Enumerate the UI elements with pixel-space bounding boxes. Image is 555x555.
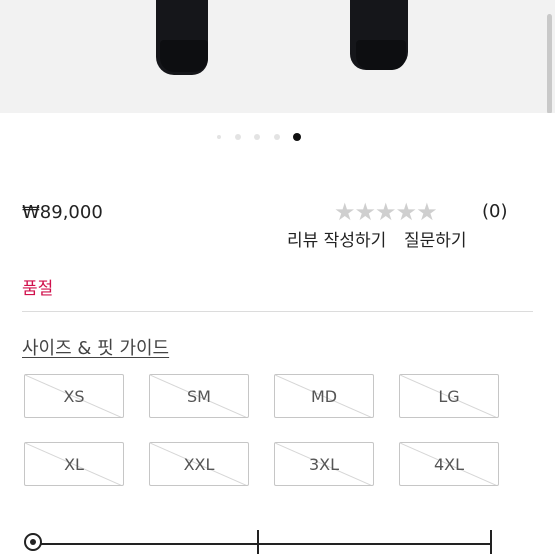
size-label: XL: [64, 454, 84, 474]
product-image[interactable]: [0, 0, 555, 113]
ask-question-link[interactable]: 질문하기: [404, 226, 467, 251]
divider: [22, 311, 533, 312]
size-option-xl[interactable]: XL: [24, 442, 124, 486]
carousel-dot[interactable]: [274, 134, 280, 140]
size-fit-guide-link[interactable]: 사이즈 & 핏 가이드: [22, 334, 169, 360]
size-label: MD: [310, 386, 338, 406]
fit-slider-track[interactable]: [32, 543, 492, 545]
write-review-link[interactable]: 리뷰 작성하기: [287, 226, 386, 251]
scrollbar[interactable]: [547, 14, 552, 113]
fit-slider-tick: [257, 530, 259, 554]
size-option-xs[interactable]: XS: [24, 374, 124, 418]
carousel-dot[interactable]: [217, 135, 221, 139]
carousel-dot[interactable]: [254, 134, 260, 140]
size-option-sm[interactable]: SM: [149, 374, 249, 418]
fit-slider-knob[interactable]: [24, 533, 42, 551]
size-label: LG: [438, 386, 460, 406]
carousel-dot-active[interactable]: [293, 133, 301, 141]
carousel-dot[interactable]: [235, 134, 241, 140]
size-label: XS: [63, 386, 85, 406]
size-option-lg[interactable]: LG: [399, 374, 499, 418]
size-option-3xl[interactable]: 3XL: [274, 442, 374, 486]
size-label: SM: [187, 386, 211, 406]
sold-out-status: 품절: [22, 279, 54, 299]
review-count: (0): [482, 201, 508, 222]
product-price: ₩89,000: [22, 202, 103, 223]
size-label: 3XL: [308, 454, 340, 474]
size-label: 4XL: [433, 454, 465, 474]
rating-stars-icon: ★★★★★: [334, 198, 438, 226]
size-option-md[interactable]: MD: [274, 374, 374, 418]
carousel-indicator: [0, 132, 555, 142]
fit-slider-tick: [490, 530, 492, 554]
size-label: XXL: [183, 454, 215, 474]
size-option-4xl[interactable]: 4XL: [399, 442, 499, 486]
pants-right-cuff: [356, 40, 406, 70]
pants-left-cuff: [160, 40, 208, 72]
size-option-xxl[interactable]: XXL: [149, 442, 249, 486]
